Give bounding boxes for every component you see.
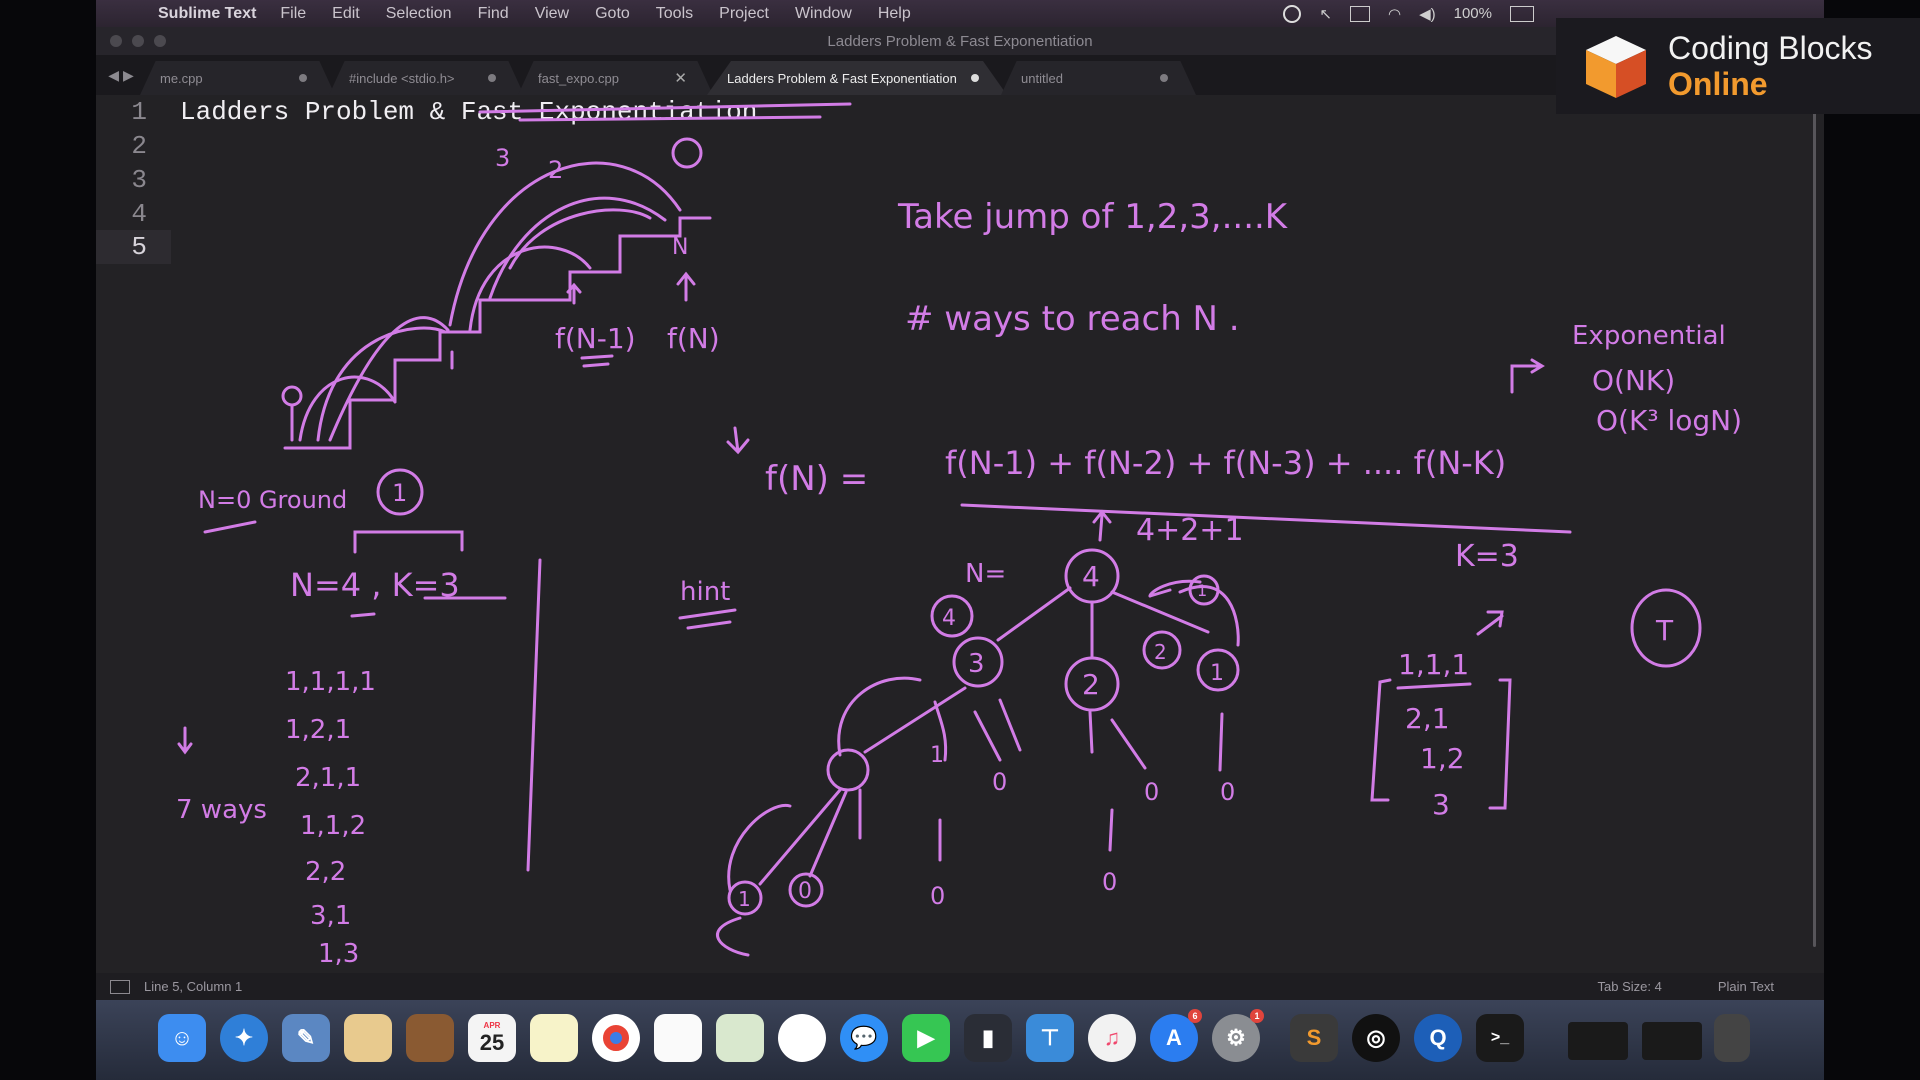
obs-icon[interactable] bbox=[1283, 4, 1302, 23]
tab-label: #include <stdio.h> bbox=[349, 70, 455, 86]
menu-file[interactable]: File bbox=[280, 5, 306, 23]
app-store-icon[interactable]: A6 bbox=[1150, 1009, 1202, 1062]
system-preferences-icon[interactable]: ⚙ 1 bbox=[1212, 1009, 1264, 1062]
notification-badge: 1 bbox=[1250, 1009, 1264, 1023]
notification-badge: 6 bbox=[1188, 1009, 1202, 1023]
finder-icon[interactable]: ☺ bbox=[158, 1014, 206, 1062]
volume-icon[interactable]: ◀) bbox=[1419, 5, 1436, 23]
line-number-current: 5 bbox=[96, 230, 171, 264]
left-frame bbox=[0, 0, 96, 1080]
numbers-icon[interactable]: ▮ bbox=[964, 1014, 1012, 1062]
chrome-icon[interactable] bbox=[592, 1014, 640, 1062]
tab-untitled[interactable]: untitled bbox=[1001, 61, 1196, 95]
calendar-icon[interactable]: APR 25 bbox=[468, 1014, 516, 1062]
tab-label: fast_expo.cpp bbox=[538, 70, 619, 86]
status-bar: Line 5, Column 1 Tab Size: 4 Plain Text bbox=[96, 973, 1824, 1000]
menu-window[interactable]: Window bbox=[795, 5, 852, 23]
battery-percent: 100% bbox=[1453, 5, 1492, 22]
tab-size[interactable]: Tab Size: 4 bbox=[1598, 979, 1662, 994]
brand-subtitle: Online bbox=[1668, 66, 1768, 102]
tab-prev-icon[interactable]: ◀ bbox=[108, 67, 119, 84]
safari-icon[interactable]: ✦ bbox=[220, 1014, 268, 1062]
tab-label: me.cpp bbox=[160, 70, 203, 86]
line-number: 4 bbox=[131, 199, 147, 229]
line-number: 3 bbox=[131, 165, 147, 195]
quicktime-icon[interactable]: Q bbox=[1414, 1014, 1462, 1062]
syntax-mode[interactable]: Plain Text bbox=[1718, 979, 1774, 994]
dock: ☺ ✦ ✎ APR 25 ✿ 💬 ▶ ▮ ⊤ ♫ A6 ⚙ 1 S ◎ Q >_ bbox=[96, 1000, 1824, 1080]
window-thumbnail[interactable] bbox=[1642, 1022, 1702, 1060]
tab-me-cpp[interactable]: me.cpp bbox=[140, 61, 335, 95]
airplay-icon[interactable] bbox=[1350, 5, 1370, 22]
menu-tools[interactable]: Tools bbox=[656, 5, 693, 23]
tab-include-stdio[interactable]: #include <stdio.h> bbox=[329, 61, 524, 95]
editor-area[interactable]: 1 2 3 4 5 Ladders Problem & Fast Exponen… bbox=[96, 95, 1824, 973]
menu-edit[interactable]: Edit bbox=[332, 5, 360, 23]
menu-find[interactable]: Find bbox=[478, 5, 509, 23]
brand-text: Coding Blocks Online bbox=[1668, 30, 1873, 102]
minimize-window-button[interactable] bbox=[132, 35, 144, 47]
line-number: 1 bbox=[131, 97, 147, 127]
tab-next-icon[interactable]: ▶ bbox=[123, 67, 134, 84]
cursor-position[interactable]: Line 5, Column 1 bbox=[144, 979, 242, 994]
trash-icon[interactable] bbox=[1714, 1014, 1750, 1062]
menu-help[interactable]: Help bbox=[878, 5, 911, 23]
maps-icon[interactable] bbox=[716, 1014, 764, 1062]
tab-nav-arrows[interactable]: ◀ ▶ bbox=[96, 55, 146, 95]
brand-name: Coding Blocks bbox=[1668, 30, 1873, 66]
tab-fast-expo[interactable]: fast_expo.cpp ✕ bbox=[518, 61, 713, 95]
messages-icon[interactable]: 💬 bbox=[840, 1014, 888, 1062]
screen: Sublime Text File Edit Selection Find Vi… bbox=[0, 0, 1920, 1080]
menu-status-area: ↖ ◠ ◀) 100% bbox=[1283, 4, 1534, 23]
modified-dot-icon[interactable] bbox=[971, 74, 979, 82]
photos-icon[interactable]: ✿ bbox=[778, 1014, 826, 1062]
right-frame bbox=[1824, 0, 1920, 1080]
chrome-logo-icon bbox=[603, 1025, 629, 1051]
modified-dot-icon[interactable] bbox=[1160, 74, 1168, 82]
tab-ladders-problem[interactable]: Ladders Problem & Fast Exponentiation bbox=[707, 61, 1007, 95]
preview-icon[interactable]: ✎ bbox=[282, 1014, 330, 1062]
battery-icon[interactable] bbox=[1510, 5, 1534, 22]
status-right: Tab Size: 4 Plain Text bbox=[1598, 979, 1774, 994]
menu-goto[interactable]: Goto bbox=[595, 5, 630, 23]
modified-dot-icon[interactable] bbox=[299, 74, 307, 82]
window-thumbnail[interactable] bbox=[1568, 1022, 1628, 1060]
menu-project[interactable]: Project bbox=[719, 5, 769, 23]
code-line-1[interactable]: Ladders Problem & Fast Exponentiation bbox=[180, 95, 757, 129]
reminders-icon[interactable] bbox=[654, 1014, 702, 1062]
wifi-icon[interactable]: ◠ bbox=[1388, 5, 1401, 23]
menu-selection[interactable]: Selection bbox=[386, 5, 452, 23]
close-window-button[interactable] bbox=[110, 35, 122, 47]
tab-label: Ladders Problem & Fast Exponentiation bbox=[727, 70, 957, 86]
panel-toggle-icon[interactable] bbox=[110, 979, 130, 994]
coding-blocks-logo-icon bbox=[1586, 36, 1646, 98]
notes-app-icon[interactable] bbox=[344, 1014, 392, 1062]
itunes-icon[interactable]: ♫ bbox=[1088, 1014, 1136, 1062]
line-gutter: 1 2 3 4 5 bbox=[96, 95, 171, 973]
cursor-icon[interactable]: ↖ bbox=[1319, 5, 1332, 23]
close-tab-icon[interactable]: ✕ bbox=[674, 69, 687, 87]
contacts-icon[interactable] bbox=[406, 1014, 454, 1062]
coding-blocks-watermark: Coding Blocks Online bbox=[1556, 18, 1920, 114]
obs-app-icon[interactable]: ◎ bbox=[1352, 1014, 1400, 1062]
calendar-day: 25 bbox=[479, 1030, 505, 1055]
keynote-icon[interactable]: ⊤ bbox=[1026, 1014, 1074, 1062]
tab-label: untitled bbox=[1021, 70, 1063, 86]
sublime-text-icon[interactable]: S bbox=[1290, 1014, 1338, 1062]
line-number: 2 bbox=[131, 131, 147, 161]
terminal-icon[interactable]: >_ bbox=[1476, 1014, 1524, 1062]
stickies-icon[interactable] bbox=[530, 1014, 578, 1062]
menu-view[interactable]: View bbox=[535, 5, 569, 23]
facetime-icon[interactable]: ▶ bbox=[902, 1014, 950, 1062]
modified-dot-icon[interactable] bbox=[488, 74, 496, 82]
scrollbar[interactable] bbox=[1813, 97, 1816, 947]
app-name-menu[interactable]: Sublime Text bbox=[158, 5, 256, 23]
zoom-window-button[interactable] bbox=[154, 35, 166, 47]
window-controls bbox=[110, 35, 166, 47]
window-title: Ladders Problem & Fast Exponentiation bbox=[827, 32, 1093, 50]
